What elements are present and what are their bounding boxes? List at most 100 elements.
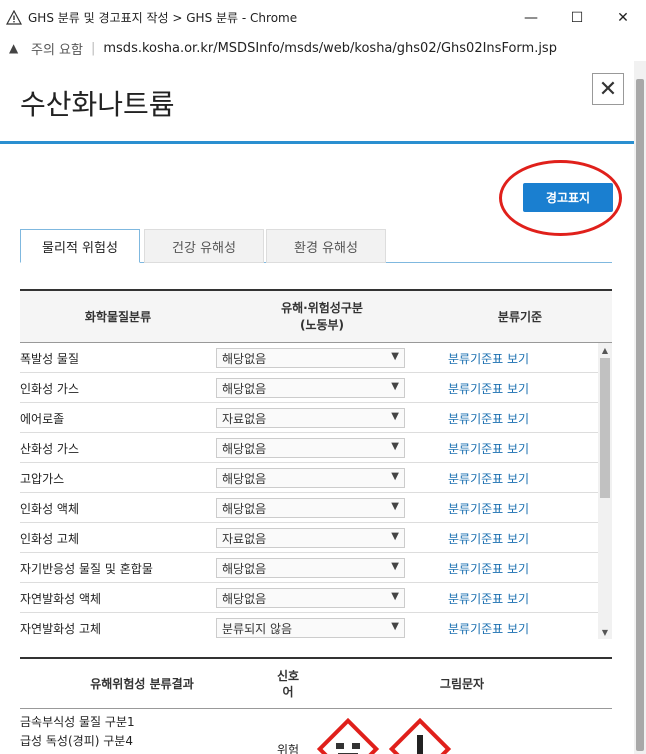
table-row: 인화성 가스 해당없음 ▼ 분류기준표 보기 [20,373,598,403]
result-item: 금속부식성 물질 구분1 [20,715,135,729]
row-name: 산화성 가스 [20,441,80,456]
criteria-link[interactable]: 분류기준표 보기 [448,613,529,639]
criteria-link[interactable]: 분류기준표 보기 [448,583,529,613]
select-value: 자료없음 [222,531,267,546]
criteria-link[interactable]: 분류기준표 보기 [448,433,529,463]
result-table-header: 유해위험성 분류결과 신호 어 그림문자 [20,657,612,709]
tab-physical-hazard[interactable]: 물리적 위험성 [20,229,140,263]
select-value: 분류되지 않음 [222,621,293,636]
minimize-button[interactable]: — [508,0,554,35]
select-value: 자료없음 [222,411,267,426]
criteria-link[interactable]: 분류기준표 보기 [448,493,529,523]
row-name: 에어로졸 [20,411,65,426]
page-content: 수산화나트륨 ✕ 경고표지 물리적 위험성 건강 유해성 환경 유해성 화학물질… [0,61,634,754]
chevron-down-icon: ▼ [391,621,399,632]
header-result: 유해위험성 분류결과 [90,677,194,691]
chevron-down-icon: ▼ [391,381,399,392]
category-select[interactable]: 해당없음 ▼ [216,468,405,488]
chevron-down-icon: ▼ [391,411,399,422]
row-name: 자연발화성 액체 [20,591,102,606]
page-header: 수산화나트륨 ✕ [0,61,634,144]
category-select[interactable]: 해당없음 ▼ [216,498,405,518]
result-item: 급성 독성(경피) 구분4 [20,734,133,748]
table-scrollbar[interactable]: ▲ ▼ [598,343,612,639]
address-bar[interactable]: ▲ 주의 요함 | msds.kosha.or.kr/MSDSInfo/msds… [0,35,646,61]
row-name: 폭발성 물질 [20,351,80,366]
hazard-tabs: 물리적 위험성 건강 유해성 환경 유해성 [20,229,612,263]
scroll-up-icon[interactable]: ▲ [598,343,612,357]
table-row: 폭발성 물질 해당없음 ▼ 분류기준표 보기 [20,343,598,373]
category-select[interactable]: 해당없음 ▼ [216,588,405,608]
address-separator: | [90,40,96,56]
table-row: 자기반응성 물질 및 혼합물 해당없음 ▼ 분류기준표 보기 [20,553,598,583]
classification-table-header: 화학물질분류 유해·위험성구분 (노동부) 분류기준 [20,289,612,343]
row-name: 인화성 가스 [20,381,80,396]
select-value: 해당없음 [222,471,267,486]
row-name: 인화성 액체 [20,501,80,516]
criteria-link[interactable]: 분류기준표 보기 [448,373,529,403]
exclamation-pictogram-icon [388,717,452,754]
app-icon [6,9,22,25]
category-select[interactable]: 자료없음 ▼ [216,408,405,428]
header-signal: 신호 어 [276,669,300,699]
close-page-button[interactable]: ✕ [592,73,624,105]
table-row: 인화성 고체 자료없음 ▼ 분류기준표 보기 [20,523,598,553]
close-window-button[interactable]: ✕ [600,0,646,35]
header-category: 유해·위험성구분 (노동부) [281,301,363,332]
chevron-down-icon: ▼ [391,561,399,572]
row-name: 자기반응성 물질 및 혼합물 [20,561,153,576]
signal-word: 위험 [277,743,300,754]
criteria-link[interactable]: 분류기준표 보기 [448,343,529,373]
warning-icon[interactable]: ▲ [9,41,25,55]
category-select[interactable]: 해당없음 ▼ [216,438,405,458]
chevron-down-icon: ▼ [391,591,399,602]
scroll-thumb[interactable] [600,358,610,498]
window-titlebar: GHS 분류 및 경고표지 작성 > GHS 분류 - Chrome — ☐ ✕ [0,0,646,35]
chevron-down-icon: ▼ [391,501,399,512]
category-select[interactable]: 해당없음 ▼ [216,558,405,578]
category-select[interactable]: 자료없음 ▼ [216,528,405,548]
security-label[interactable]: 주의 요함 [31,39,83,58]
scroll-down-icon[interactable]: ▼ [598,625,612,639]
header-criteria: 분류기준 [497,309,543,324]
category-select[interactable]: 해당없음 ▼ [216,378,405,398]
chevron-down-icon: ▼ [391,471,399,482]
page-title: 수산화나트륨 [20,88,175,121]
page-scrollbar[interactable] [634,61,646,754]
select-value: 해당없음 [222,381,267,396]
classification-rows: 폭발성 물질 해당없음 ▼ 분류기준표 보기 인화성 가스 해당없음 ▼ 분류기준표… [20,343,598,639]
table-row: 자연발화성 액체 해당없음 ▼ 분류기준표 보기 [20,583,598,613]
category-select[interactable]: 분류되지 않음 ▼ [216,618,405,638]
table-row: 산화성 가스 해당없음 ▼ 분류기준표 보기 [20,433,598,463]
tab-health-hazard[interactable]: 건강 유해성 [144,229,264,263]
window-title: GHS 분류 및 경고표지 작성 > GHS 분류 - Chrome [28,11,298,25]
highlight-circle [499,160,622,236]
tab-environment-hazard[interactable]: 환경 유해성 [266,229,386,263]
url-text[interactable]: msds.kosha.or.kr/MSDSInfo/msds/web/kosha… [103,41,557,56]
header-classification: 화학물질분류 [84,309,152,324]
criteria-link[interactable]: 분류기준표 보기 [448,553,529,583]
select-value: 해당없음 [222,591,267,606]
table-row: 인화성 액체 해당없음 ▼ 분류기준표 보기 [20,493,598,523]
chevron-down-icon: ▼ [391,441,399,452]
page-scroll-thumb[interactable] [636,79,644,751]
select-value: 해당없음 [222,561,267,576]
category-select[interactable]: 해당없음 ▼ [216,348,405,368]
select-value: 해당없음 [222,441,267,456]
chevron-down-icon: ▼ [391,531,399,542]
maximize-button[interactable]: ☐ [554,0,600,35]
chevron-down-icon: ▼ [391,351,399,362]
row-name: 인화성 고체 [20,531,80,546]
criteria-link[interactable]: 분류기준표 보기 [448,463,529,493]
result-list: 금속부식성 물질 구분1 급성 독성(경피) 구분4 [20,713,135,751]
header-pictogram: 그림문자 [439,677,485,691]
table-row: 에어로졸 자료없음 ▼ 분류기준표 보기 [20,403,598,433]
select-value: 해당없음 [222,501,267,516]
select-value: 해당없음 [222,351,267,366]
corrosion-pictogram-icon [316,717,380,754]
criteria-link[interactable]: 분류기준표 보기 [448,403,529,433]
table-row: 자연발화성 고체 분류되지 않음 ▼ 분류기준표 보기 [20,613,598,639]
criteria-link[interactable]: 분류기준표 보기 [448,523,529,553]
row-name: 고압가스 [20,471,65,486]
row-name: 자연발화성 고체 [20,621,102,636]
